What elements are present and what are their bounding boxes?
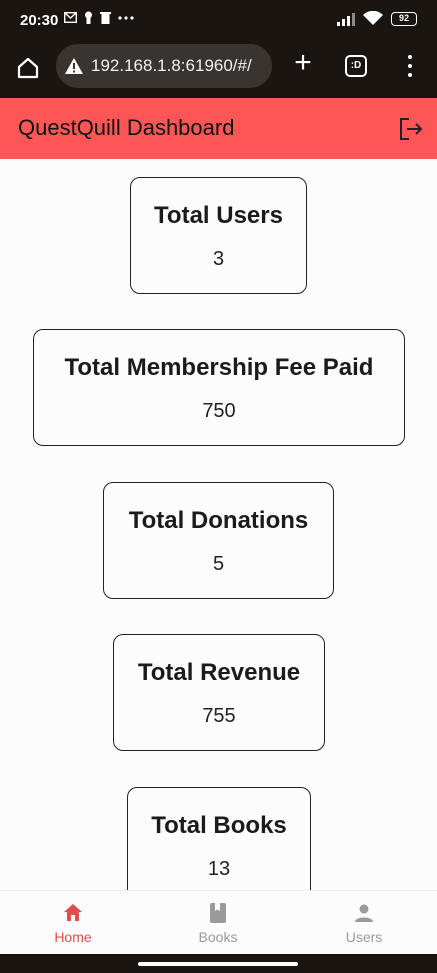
trash-icon [100,12,111,24]
stat-card-total-books: Total Books 13 [127,787,311,890]
home-icon [64,904,82,921]
address-bar[interactable]: 192.168.1.8:61960/#/ [56,44,272,88]
wifi-icon [363,11,383,25]
book-icon [210,903,226,923]
stat-card-total-users: Total Users 3 [130,177,307,294]
browser-toolbar: 192.168.1.8:61960/#/ + :D [0,42,437,98]
stat-card-total-revenue: Total Revenue 755 [113,634,325,751]
nav-label-books: Books [198,929,238,945]
status-time: 20:30 [20,12,59,29]
notification-icons [64,11,134,24]
tab-switcher-button[interactable]: :D [345,55,367,77]
stat-card-title: Total Revenue [137,659,301,686]
page-title: QuestQuill Dashboard [18,115,235,140]
new-tab-plus-icon[interactable]: + [288,48,318,78]
stat-card-value: 13 [207,858,231,880]
stat-card-title: Total Books [151,812,287,839]
gesture-area [0,954,437,973]
warning-icon[interactable] [64,57,84,75]
person-icon [355,904,373,922]
keyhole-icon [85,11,92,24]
nav-label-home: Home [54,929,92,945]
stat-card-title: Total Donations [128,507,309,534]
stat-card-title: Total Users [154,202,283,229]
home-icon[interactable] [16,56,40,80]
nav-item-books[interactable]: Books [168,901,268,945]
status-bar: 20:30 92 [0,0,437,42]
stat-card-value: 755 [202,705,236,727]
logout-icon[interactable] [398,116,424,142]
nav-item-home[interactable]: Home [23,901,123,945]
stat-card-value: 3 [212,248,225,270]
stat-card-value: 5 [212,553,225,575]
nav-label-users: Users [345,929,383,945]
battery-icon: 92 [391,11,417,26]
stat-card-total-donations: Total Donations 5 [103,482,334,599]
nav-item-users[interactable]: Users [314,901,414,945]
stat-card-total-membership-fee-paid: Total Membership Fee Paid 750 [33,329,405,446]
dashboard-content: Total Users 3 Total Membership Fee Paid … [0,159,437,890]
mail-icon [64,12,77,23]
gesture-handle[interactable] [138,962,298,966]
browser-menu-icon[interactable] [400,52,420,80]
app-bar: QuestQuill Dashboard [0,98,437,159]
more-dots-icon [118,15,134,20]
signal-icon [337,12,355,26]
url-text[interactable]: 192.168.1.8:61960/#/ [91,56,252,76]
system-icons: 92 [337,11,417,26]
stat-card-value: 750 [202,400,236,422]
stat-card-title: Total Membership Fee Paid [64,354,374,381]
bottom-navigation: Home Books Users [0,890,437,954]
